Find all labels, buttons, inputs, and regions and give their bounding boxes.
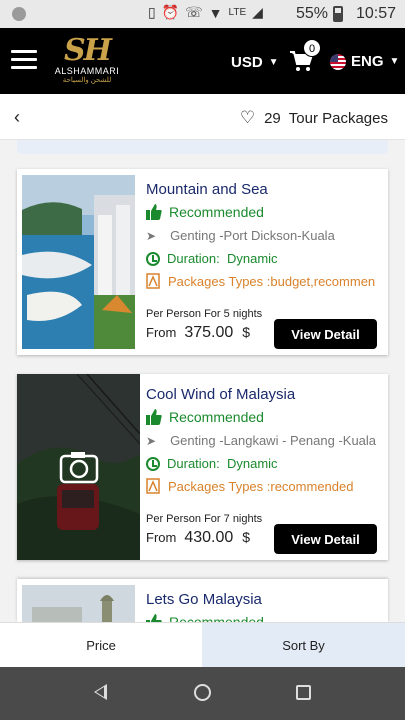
navigation-arrow-icon: ➤ <box>146 433 157 448</box>
us-flag-icon <box>330 53 346 70</box>
menu-icon[interactable] <box>11 50 37 70</box>
logo-subtitle: للشحن والسياحة <box>62 77 112 84</box>
route-line: ➤ Genting -Port Dickson-Kuala <box>146 228 382 243</box>
caret-down-icon: ▼ <box>268 57 279 68</box>
clock-time: 10:57 <box>356 5 397 22</box>
price-filter-button[interactable]: Price <box>0 623 202 667</box>
route-text: Genting -Langkawi - Penang -Kuala <box>170 433 377 448</box>
package-info: Lets Go Malaysia Recommended <box>146 579 382 622</box>
package-title[interactable]: Lets Go Malaysia <box>146 591 262 608</box>
package-count: ♡ 29 Tour Packages <box>240 108 388 128</box>
package-image <box>17 374 140 560</box>
recommended-label: Recommended <box>169 614 264 622</box>
duration-line: Duration: Dynamic <box>146 456 278 471</box>
bottom-action-bar: Price Sort By <box>0 622 405 667</box>
filter-strip <box>17 140 388 154</box>
view-detail-button[interactable]: View Detail <box>274 524 377 554</box>
package-image <box>22 585 135 622</box>
language-label: ENG <box>351 53 384 70</box>
currency-selector[interactable]: USD ▼ <box>231 54 279 71</box>
notification-dot-icon <box>12 7 26 21</box>
caret-down-icon: ▼ <box>389 56 400 67</box>
price-currency: $ <box>242 529 251 545</box>
price-line: From 430.00 $ <box>146 529 250 547</box>
price-currency: $ <box>242 324 251 340</box>
duration-value: Dynamic <box>226 251 278 266</box>
from-label: From <box>146 530 177 545</box>
vibrate-icon: ▯ <box>148 4 156 20</box>
currency-label: USD <box>231 54 263 71</box>
duration-line: Duration: Dynamic <box>146 251 278 266</box>
network-type: LTE <box>228 7 247 18</box>
package-count-label: Tour Packages <box>288 109 388 127</box>
package-card[interactable]: Lets Go Malaysia Recommended <box>17 579 388 622</box>
from-label: From <box>146 325 177 340</box>
signal-icon: ◢ <box>252 4 263 20</box>
package-info: Mountain and Sea Recommended ➤ Genting -… <box>146 169 382 355</box>
price-value: 430.00 <box>184 529 234 546</box>
duration-value: Dynamic <box>226 456 278 471</box>
package-title[interactable]: Mountain and Sea <box>146 181 268 198</box>
package-card[interactable]: Mountain and Sea Recommended ➤ Genting -… <box>17 169 388 355</box>
sort-by-button[interactable]: Sort By <box>202 623 405 667</box>
clock-icon <box>146 251 160 266</box>
status-icons: ▯ ⏰ ☏ ▼ LTE ◢ <box>148 4 263 21</box>
per-person-nights: Per Person For 5 nights <box>146 308 263 320</box>
alarm-icon: ⏰ <box>161 4 180 20</box>
thumbs-up-icon <box>146 204 162 220</box>
package-card[interactable]: Cool Wind of Malaysia Recommended ➤ Gent… <box>17 374 388 560</box>
recommended-tag: Recommended <box>146 409 264 425</box>
recommended-label: Recommended <box>169 204 264 220</box>
thumbs-up-icon <box>146 409 162 425</box>
logo-name: ALSHAMMARI <box>54 66 120 76</box>
package-title[interactable]: Cool Wind of Malaysia <box>146 386 295 403</box>
duration-label: Duration: <box>167 456 220 471</box>
hiker-icon <box>146 273 160 289</box>
package-info: Cool Wind of Malaysia Recommended ➤ Gent… <box>146 374 382 560</box>
package-types-text: Packages Types :budget,recommen <box>168 273 376 289</box>
nav-back-icon[interactable] <box>94 684 107 700</box>
package-types-text: Packages Types :recommended <box>168 478 354 494</box>
wifi-icon: ▼ <box>208 4 223 21</box>
hiker-icon <box>146 478 160 494</box>
back-chevron-icon[interactable]: ‹ <box>14 107 20 128</box>
price-value: 375.00 <box>184 324 234 341</box>
app-bar: SH ALSHAMMARI للشحن والسياحة USD ▼ 0 ENG… <box>0 28 405 94</box>
logo-mark: SH <box>63 33 112 68</box>
route-line: ➤ Genting -Langkawi - Penang -Kuala <box>146 433 382 448</box>
brand-logo[interactable]: SH ALSHAMMARI للشحن والسياحة <box>50 36 124 88</box>
thumbs-up-icon <box>146 614 162 622</box>
clock-icon <box>146 456 160 471</box>
sub-header: ‹ ♡ 29 Tour Packages <box>0 94 405 140</box>
package-types-line: Packages Types :recommended <box>146 478 382 494</box>
price-line: From 375.00 $ <box>146 324 250 342</box>
heart-icon[interactable]: ♡ <box>240 108 255 128</box>
battery-icon <box>333 6 343 22</box>
system-nav-bar <box>0 667 405 720</box>
route-text: Genting -Port Dickson-Kuala <box>170 228 335 243</box>
language-selector[interactable]: ENG ▼ <box>330 53 399 70</box>
cart-button[interactable]: 0 <box>289 39 321 74</box>
cart-badge: 0 <box>303 39 321 57</box>
package-types-line: Packages Types :budget,recommen <box>146 273 382 289</box>
per-person-nights: Per Person For 7 nights <box>146 513 263 525</box>
nav-recents-icon[interactable] <box>296 685 311 700</box>
battery-percent: 55% <box>296 5 329 22</box>
status-bar: ▯ ⏰ ☏ ▼ LTE ◢ 55% 10:57 <box>0 0 405 28</box>
recommended-label: Recommended <box>169 409 264 425</box>
duration-label: Duration: <box>167 251 220 266</box>
navigation-arrow-icon: ➤ <box>146 228 157 243</box>
recommended-tag: Recommended <box>146 614 264 622</box>
nav-home-icon[interactable] <box>194 684 211 701</box>
recommended-tag: Recommended <box>146 204 264 220</box>
lte-call-icon: ☏ <box>185 4 203 20</box>
package-image <box>22 175 135 349</box>
package-count-number: 29 <box>264 109 281 127</box>
view-detail-button[interactable]: View Detail <box>274 319 377 349</box>
